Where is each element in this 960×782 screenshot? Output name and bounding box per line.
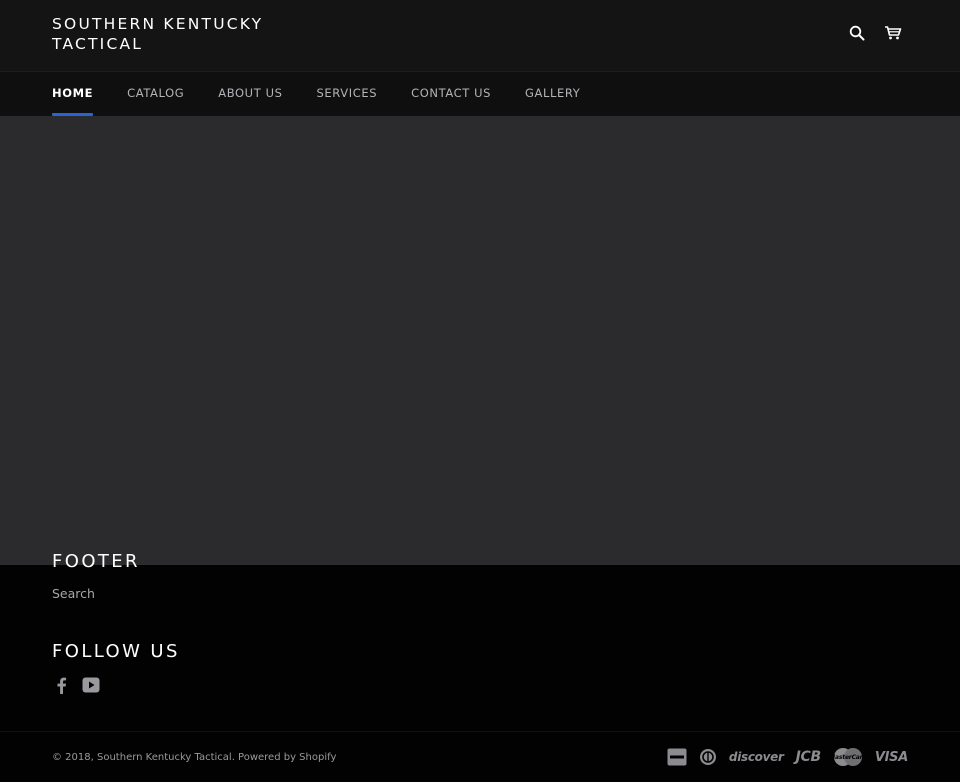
follow-us-heading: FOLLOW US — [52, 641, 180, 662]
mastercard-label: MasterCard — [829, 753, 867, 761]
social-links — [52, 676, 100, 694]
footer-heading: FOOTER — [52, 551, 140, 572]
copyright-suffix: . Powered by Shopify — [231, 752, 337, 763]
nav-item-gallery[interactable]: GALLERY — [525, 72, 580, 116]
site-logo[interactable]: SOUTHERN KENTUCKY TACTICAL — [52, 14, 312, 54]
copyright-text: © 2018, Southern Kentucky Tactical. Powe… — [52, 752, 336, 763]
copyright-store-link[interactable]: Southern Kentucky Tactical — [97, 752, 232, 763]
cart-icon[interactable] — [884, 24, 902, 42]
nav-item-services[interactable]: SERVICES — [317, 72, 378, 116]
diners-club-icon — [699, 747, 717, 767]
youtube-icon[interactable] — [82, 676, 100, 694]
amex-icon — [667, 747, 687, 767]
mastercard-icon: MasterCard — [829, 747, 867, 767]
nav-item-home[interactable]: HOME — [52, 72, 94, 116]
site-header: SOUTHERN KENTUCKY TACTICAL — [0, 0, 960, 71]
facebook-icon[interactable] — [52, 676, 70, 694]
copyright-prefix: © 2018, — [52, 752, 97, 763]
footer-search-link[interactable]: Search — [52, 586, 95, 601]
jcb-icon: JCB — [795, 749, 822, 765]
main-navigation: HOME CATALOG ABOUT US SERVICES CONTACT U… — [0, 71, 960, 116]
header-icons — [848, 24, 902, 42]
nav-list: HOME CATALOG ABOUT US SERVICES CONTACT U… — [52, 72, 614, 116]
search-icon[interactable] — [848, 24, 866, 42]
payment-icons: discover JCB MasterCard VISA — [667, 747, 908, 767]
main-content — [0, 116, 960, 565]
site-footer: FOOTER Search FOLLOW US © 2018, Southern… — [0, 551, 960, 782]
nav-item-catalog[interactable]: CATALOG — [127, 72, 184, 116]
nav-item-about-us[interactable]: ABOUT US — [218, 72, 282, 116]
discover-icon: discover — [728, 750, 784, 764]
visa-icon: VISA — [874, 749, 908, 765]
footer-bottom-bar: © 2018, Southern Kentucky Tactical. Powe… — [0, 731, 960, 782]
nav-item-contact-us[interactable]: CONTACT US — [411, 72, 491, 116]
